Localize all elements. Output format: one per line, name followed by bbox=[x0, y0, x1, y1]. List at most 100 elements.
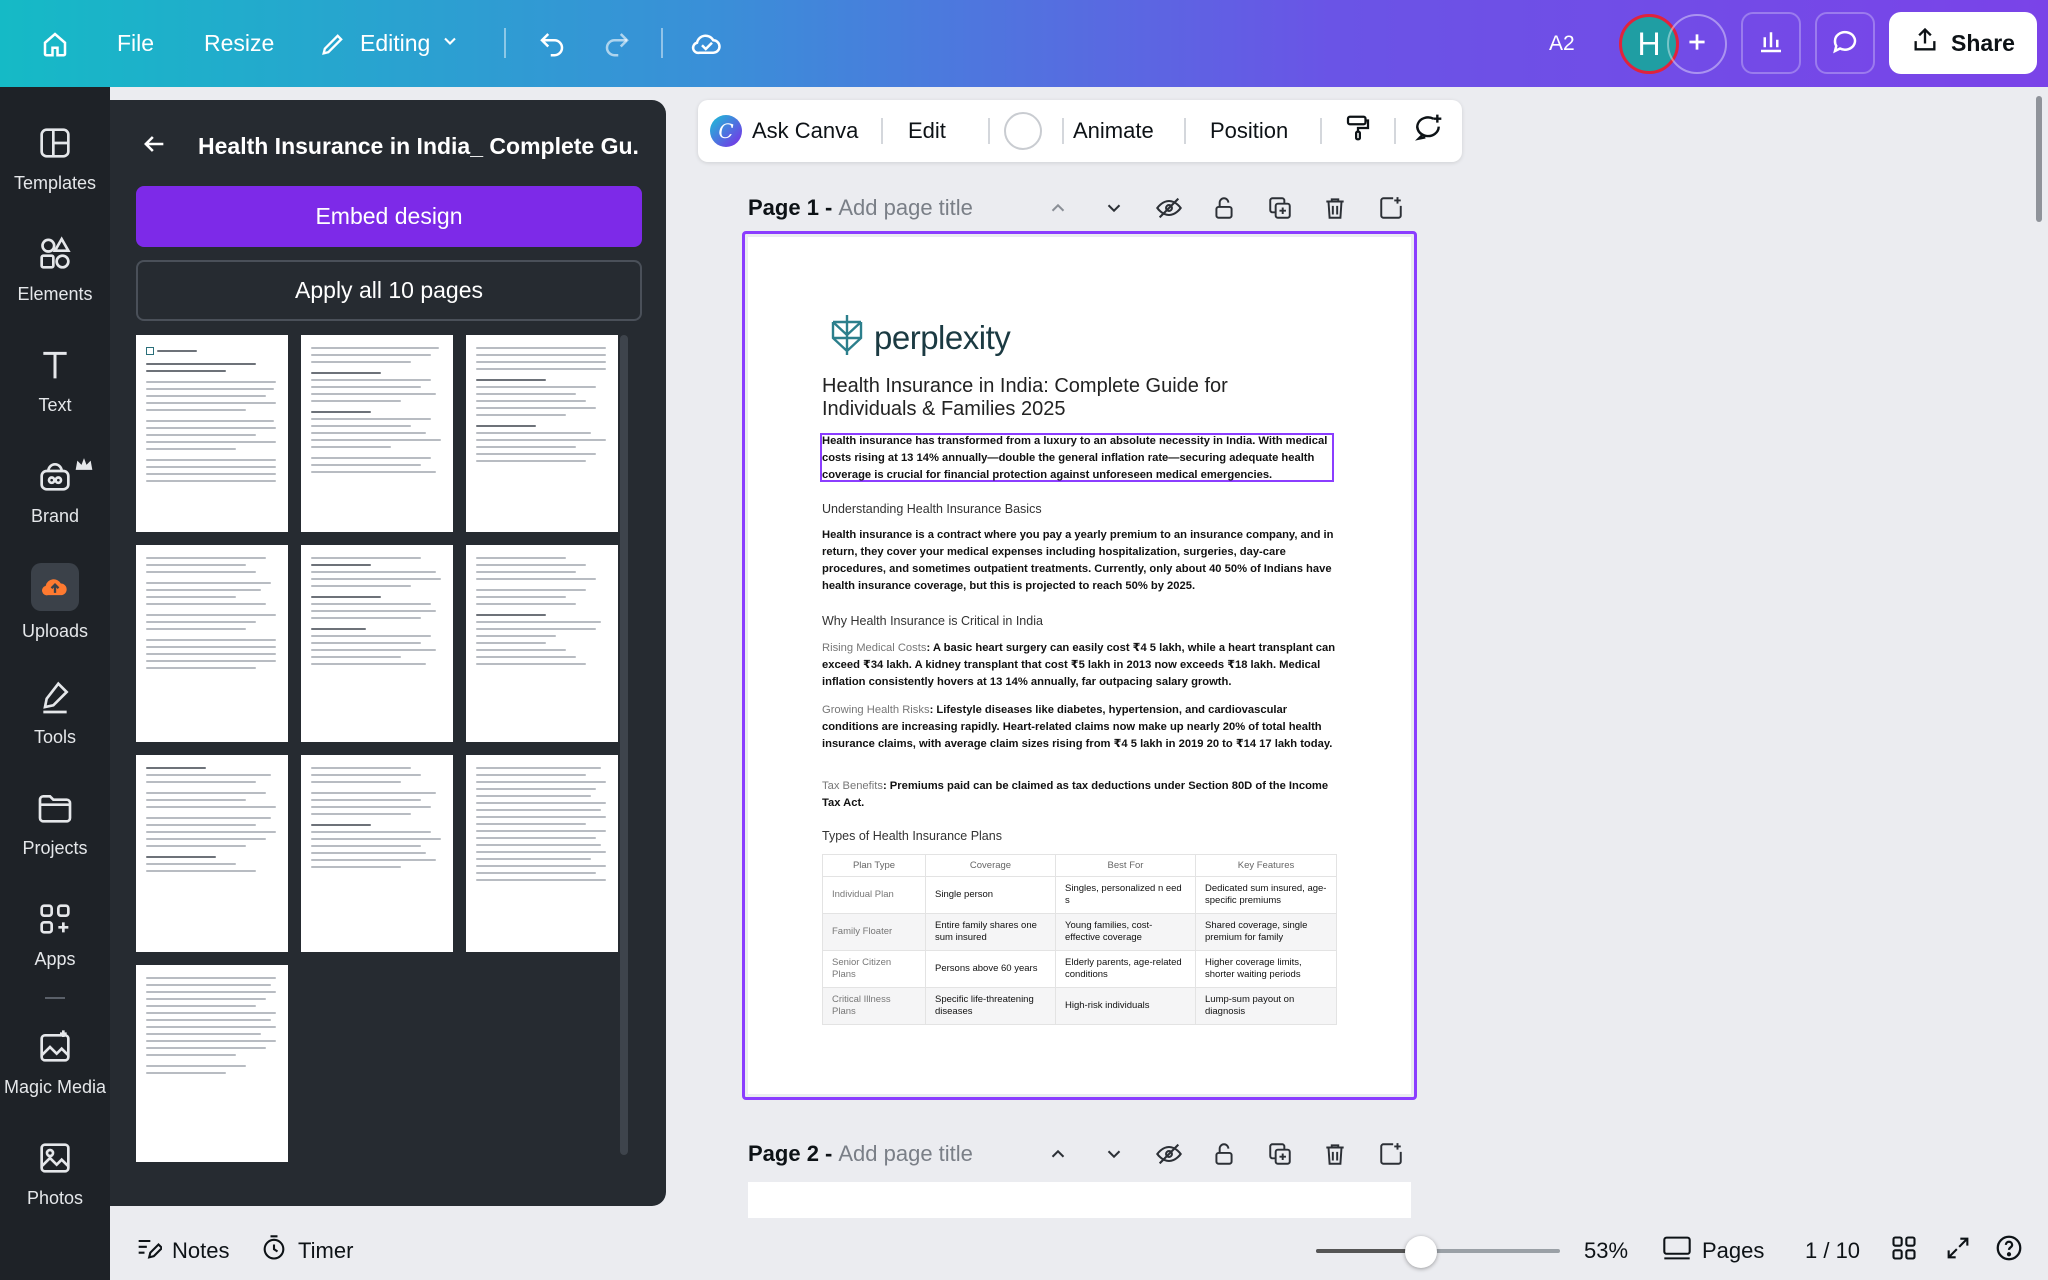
table-cell: Young families, cost-effective coverage bbox=[1055, 913, 1196, 951]
lock-icon[interactable] bbox=[1208, 1138, 1240, 1170]
lock-icon[interactable] bbox=[1208, 192, 1240, 224]
heading-basics[interactable]: Understanding Health Insurance Basics bbox=[822, 502, 1042, 516]
basics-paragraph[interactable]: Health insurance is a contract where you… bbox=[822, 527, 1337, 595]
grid-view-button[interactable] bbox=[1890, 1222, 1918, 1280]
insights-button[interactable] bbox=[1741, 12, 1801, 74]
tax-benefits-paragraph[interactable]: Tax Benefits: Premiums paid can be claim… bbox=[822, 778, 1337, 812]
growing-risks-paragraph[interactable]: Growing Health Risks: Lifestyle diseases… bbox=[822, 702, 1337, 753]
zoom-slider[interactable] bbox=[1316, 1249, 1560, 1253]
rail-label: Elements bbox=[17, 284, 93, 304]
ask-canva-button[interactable]: C Ask Canva bbox=[710, 100, 858, 162]
home-button[interactable] bbox=[38, 0, 72, 87]
add-page-icon[interactable] bbox=[1375, 192, 1407, 224]
page-thumbnail[interactable] bbox=[136, 965, 288, 1162]
animate-button[interactable]: Animate bbox=[1073, 100, 1154, 162]
page-thumbnail[interactable] bbox=[301, 755, 453, 952]
table-cell: Senior Citizen Plans bbox=[822, 950, 926, 988]
page-thumbnail[interactable] bbox=[466, 545, 618, 742]
add-page-icon[interactable] bbox=[1375, 1138, 1407, 1170]
apply-all-pages-button[interactable]: Apply all 10 pages bbox=[136, 260, 642, 321]
panel-scrollbar-thumb[interactable] bbox=[620, 335, 628, 1155]
trash-icon[interactable] bbox=[1319, 192, 1351, 224]
rail-item-tools[interactable]: Tools bbox=[0, 677, 110, 748]
position-button[interactable]: Position bbox=[1210, 100, 1288, 162]
brand-icon bbox=[35, 456, 75, 496]
page-1-canvas[interactable]: perplexity Health Insurance in India: Co… bbox=[748, 237, 1411, 1094]
save-status-button[interactable] bbox=[690, 0, 724, 87]
rail-item-apps[interactable]: Apps bbox=[0, 899, 110, 970]
duplicate-icon[interactable] bbox=[1264, 1138, 1296, 1170]
zoom-slider-handle[interactable] bbox=[1404, 1236, 1437, 1268]
notes-button[interactable]: Notes bbox=[134, 1222, 229, 1280]
document-title[interactable]: Health Insurance in India: Complete Guid… bbox=[822, 375, 1322, 421]
editing-mode-dropdown[interactable]: Editing bbox=[316, 0, 460, 87]
chevron-up-icon[interactable] bbox=[1042, 192, 1074, 224]
table-header-row: Plan Type Coverage Best For Key Features bbox=[822, 854, 1337, 877]
rail-item-projects[interactable]: Projects bbox=[0, 788, 110, 859]
share-button[interactable]: Share bbox=[1889, 12, 2037, 74]
table-cell: Entire family shares one sum insured bbox=[925, 913, 1056, 951]
heading-types[interactable]: Types of Health Insurance Plans bbox=[822, 829, 1002, 843]
hide-eye-icon[interactable] bbox=[1153, 192, 1185, 224]
rail-item-brand[interactable]: Brand bbox=[0, 456, 110, 527]
table-row: Critical Illness Plans Specific life-thr… bbox=[822, 987, 1337, 1025]
page-1-title-input[interactable]: Add page title bbox=[838, 195, 973, 221]
table-cell: Elderly parents, age-related conditions bbox=[1055, 950, 1196, 988]
page-2-title-input[interactable]: Add page title bbox=[838, 1141, 973, 1167]
zoom-percentage[interactable]: 53% bbox=[1584, 1222, 1628, 1280]
rail-divider bbox=[45, 997, 65, 999]
intro-paragraph[interactable]: Health insurance has transformed from a … bbox=[822, 433, 1337, 484]
page-thumbnail[interactable] bbox=[466, 755, 618, 952]
add-comment-button[interactable] bbox=[1412, 100, 1444, 162]
edit-button[interactable]: Edit bbox=[908, 100, 946, 162]
page-thumbnail-grid bbox=[136, 335, 636, 1195]
rail-item-templates[interactable]: Templates bbox=[0, 123, 110, 194]
table-cell: High-risk individuals bbox=[1055, 987, 1196, 1025]
table-cell: Critical Illness Plans bbox=[822, 987, 926, 1025]
page-thumbnail[interactable] bbox=[301, 545, 453, 742]
trash-icon[interactable] bbox=[1319, 1138, 1351, 1170]
fullscreen-button[interactable] bbox=[1944, 1222, 1972, 1280]
resize-menu[interactable]: Resize bbox=[204, 0, 274, 87]
rail-item-magic-media[interactable]: Magic Media bbox=[0, 1027, 110, 1098]
help-button[interactable] bbox=[1994, 1222, 2024, 1280]
rail-item-photos[interactable]: Photos bbox=[0, 1138, 110, 1209]
grid-view-icon bbox=[1890, 1234, 1918, 1268]
canvas-scrollbar-thumb[interactable] bbox=[2036, 96, 2042, 222]
page-thumbnail[interactable] bbox=[466, 335, 618, 532]
page-thumbnail[interactable] bbox=[136, 545, 288, 742]
page-2-canvas[interactable] bbox=[748, 1182, 1411, 1218]
copy-style-button[interactable] bbox=[1343, 100, 1373, 162]
editing-label: Editing bbox=[360, 30, 431, 56]
undo-button[interactable] bbox=[535, 0, 569, 87]
chevron-up-icon[interactable] bbox=[1042, 1138, 1074, 1170]
add-collaborator-button[interactable] bbox=[1667, 14, 1727, 74]
chevron-down-icon[interactable] bbox=[1098, 1138, 1130, 1170]
page-thumbnail[interactable] bbox=[301, 335, 453, 532]
panel-scrollbar[interactable] bbox=[620, 335, 628, 1195]
back-arrow-icon[interactable] bbox=[140, 130, 168, 163]
rail-item-uploads[interactable]: Uploads bbox=[0, 563, 110, 642]
page-thumbnail[interactable] bbox=[136, 755, 288, 952]
color-button[interactable] bbox=[993, 100, 1042, 162]
pages-button[interactable]: Pages bbox=[1662, 1222, 1764, 1280]
file-menu[interactable]: File bbox=[117, 0, 154, 87]
embed-design-button[interactable]: Embed design bbox=[136, 186, 642, 247]
rail-item-elements[interactable]: Elements bbox=[0, 234, 110, 305]
perplexity-logo-icon bbox=[828, 313, 866, 362]
panel-header: Health Insurance in India_ Complete Gu..… bbox=[140, 124, 660, 168]
rail-item-text[interactable]: Text bbox=[0, 345, 110, 416]
table-row: Senior Citizen Plans Persons above 60 ye… bbox=[822, 950, 1337, 988]
rising-costs-paragraph[interactable]: Rising Medical Costs: A basic heart surg… bbox=[822, 640, 1337, 691]
timer-button[interactable]: Timer bbox=[260, 1222, 353, 1280]
duplicate-icon[interactable] bbox=[1264, 192, 1296, 224]
plan-types-table[interactable]: Plan Type Coverage Best For Key Features… bbox=[822, 854, 1337, 1025]
redo-button[interactable] bbox=[600, 0, 634, 87]
chevron-down-icon[interactable] bbox=[1098, 192, 1130, 224]
hide-eye-icon[interactable] bbox=[1153, 1138, 1185, 1170]
page-counter[interactable]: 1 / 10 bbox=[1805, 1222, 1860, 1280]
heading-why[interactable]: Why Health Insurance is Critical in Indi… bbox=[822, 614, 1043, 628]
comments-button[interactable] bbox=[1815, 12, 1875, 74]
page-thumbnail[interactable] bbox=[136, 335, 288, 532]
brand-kit-label[interactable]: A2 bbox=[1549, 0, 1575, 87]
